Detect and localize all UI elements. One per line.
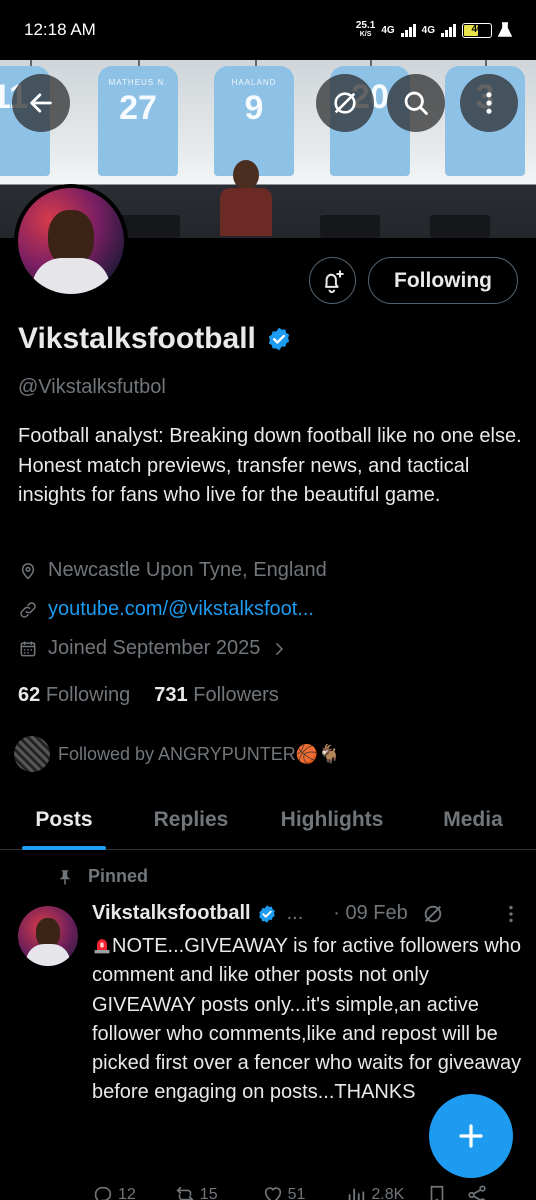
profile-bio: Football analyst: Breaking down football… — [18, 425, 522, 506]
joined-row[interactable]: Joined September 2025 — [18, 637, 288, 660]
post-author-avatar[interactable] — [18, 906, 78, 966]
like-count: 51 — [287, 1186, 306, 1200]
like-button[interactable]: 51 — [262, 1184, 306, 1200]
followed-by-row[interactable]: Followed by ANGRYPUNTER🏀🐐 — [14, 736, 341, 772]
website-link[interactable]: youtube.com/@vikstalksfoot... — [48, 598, 314, 621]
signal-icon — [441, 23, 456, 37]
verified-badge-icon — [258, 904, 275, 923]
reply-icon — [94, 1186, 112, 1200]
joined-text: Joined September 2025 — [48, 637, 261, 659]
speed-unit: K/S — [359, 31, 372, 38]
bell-plus-icon — [324, 270, 343, 293]
followers-count-link[interactable]: 731 Followers — [154, 684, 279, 707]
tab-highlights[interactable]: Highlights — [254, 790, 410, 850]
back-button[interactable] — [12, 74, 70, 132]
arrow-left-icon — [30, 93, 52, 113]
location-text: Newcastle Upon Tyne, England — [48, 559, 327, 581]
speed-value: 25.1 — [355, 20, 376, 31]
website-row: youtube.com/@vikstalksfoot... — [18, 598, 314, 621]
heart-icon — [264, 1187, 281, 1200]
grok-button[interactable] — [316, 74, 374, 132]
clock: 12:18 AM — [24, 20, 96, 39]
tab-replies[interactable]: Replies — [128, 790, 254, 850]
bookmark-icon — [430, 1185, 444, 1200]
search-icon — [404, 91, 428, 115]
status-bar: 12:18 AM 25.1 K/S 4G 4G 46 — [0, 0, 536, 60]
display-name-row: Vikstalksfootball — [18, 322, 292, 356]
location-pin-icon — [21, 562, 35, 580]
grok-icon — [334, 92, 356, 114]
tab-posts[interactable]: Posts — [0, 790, 128, 850]
name-ellipsis: ... — [286, 902, 304, 924]
tab-label: Highlights — [280, 808, 384, 831]
following-button[interactable]: Following — [368, 257, 518, 304]
post-body[interactable]: NOTE...GIVEAWAY is for active followers … — [92, 932, 522, 1108]
tab-media[interactable]: Media — [410, 790, 536, 850]
network-speed: 25.1 K/S — [356, 21, 375, 39]
banner-person — [218, 160, 274, 238]
post-header: Vikstalksfootball ... · 09 Feb — [92, 902, 522, 925]
more-vertical-icon — [486, 92, 492, 114]
pinned-label: Pinned — [88, 866, 149, 886]
post-text: NOTE...GIVEAWAY is for active followers … — [92, 935, 522, 1104]
battery-icon: 46 — [462, 22, 492, 38]
post-author-name[interactable]: Vikstalksfootball — [92, 902, 251, 925]
siren-emoji-icon — [94, 939, 110, 954]
compose-fab-button[interactable] — [429, 1094, 513, 1178]
location-row: Newcastle Upon Tyne, England — [18, 559, 327, 582]
tab-label: Media — [443, 808, 503, 831]
share-button[interactable] — [466, 1184, 488, 1200]
repost-icon — [176, 1186, 194, 1200]
followers-count: 731 — [154, 684, 188, 706]
views-button[interactable]: 2.8K — [345, 1184, 404, 1200]
chevron-right-icon — [276, 642, 284, 655]
notifications-button[interactable] — [309, 257, 356, 304]
display-name: Vikstalksfootball — [18, 322, 256, 355]
profile-handle: @Vikstalksfutbol — [18, 376, 166, 398]
follower-avatar — [14, 736, 50, 772]
flask-icon — [498, 22, 512, 37]
more-button[interactable] — [460, 74, 518, 132]
search-button[interactable] — [387, 74, 445, 132]
share-icon — [468, 1185, 486, 1200]
post-more-icon[interactable] — [500, 903, 522, 925]
bookmark-button[interactable] — [426, 1184, 448, 1200]
link-icon — [20, 601, 36, 618]
views-icon — [349, 1188, 365, 1200]
plus-icon — [459, 1124, 483, 1148]
following-count: 62 — [18, 684, 41, 706]
pinned-indicator: Pinned — [56, 866, 148, 887]
reply-count: 12 — [118, 1186, 136, 1200]
calendar-icon — [20, 641, 36, 656]
repost-button[interactable]: 15 — [174, 1184, 218, 1200]
follow-counts: 62 Following 731 Followers — [18, 684, 279, 707]
post-actions: 12 15 51 2.8K — [92, 1184, 512, 1200]
battery-level: 46 — [471, 24, 483, 35]
signal-icon — [400, 23, 416, 37]
tab-label: Posts — [35, 808, 93, 831]
followers-label: Followers — [193, 684, 279, 706]
profile-avatar[interactable] — [14, 184, 128, 298]
status-icons: 25.1 K/S 4G 4G 46 — [356, 21, 512, 39]
reply-button[interactable]: 12 — [92, 1184, 136, 1200]
network-type-2: 4G — [421, 24, 435, 36]
verified-badge-icon[interactable] — [266, 326, 292, 352]
pin-icon — [59, 869, 71, 884]
network-type-1: 4G — [381, 24, 395, 36]
following-label: Following — [45, 684, 131, 706]
following-count-link[interactable]: 62 Following — [18, 684, 130, 707]
jersey: MATHEUS N. 27 — [98, 66, 178, 176]
tab-label: Replies — [153, 808, 229, 831]
grok-icon[interactable] — [422, 903, 444, 925]
repost-count: 15 — [199, 1186, 218, 1200]
profile-tabs: Posts Replies Highlights Media — [0, 790, 536, 850]
followed-by-text: Followed by ANGRYPUNTER🏀🐐 — [58, 743, 341, 764]
post-date[interactable]: · 09 Feb — [333, 902, 407, 925]
views-count: 2.8K — [371, 1186, 405, 1200]
